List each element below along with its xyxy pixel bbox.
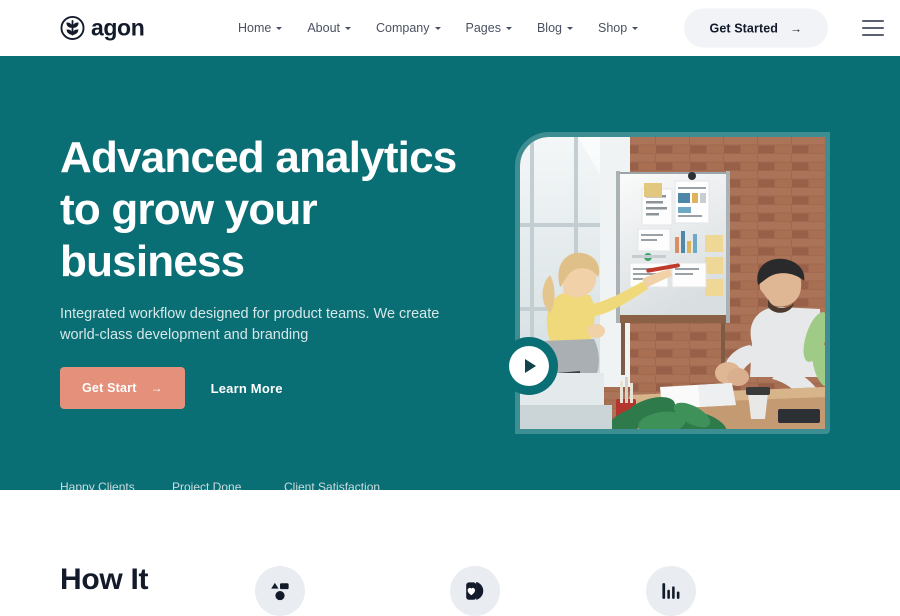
nav-item-shop[interactable]: Shop	[598, 21, 639, 35]
heart-card-icon	[464, 580, 486, 602]
chevron-down-icon	[434, 26, 441, 30]
bar-chart-icon	[660, 580, 682, 602]
chevron-down-icon	[345, 26, 352, 30]
chevron-down-icon	[632, 26, 639, 30]
chevron-down-icon	[276, 26, 283, 30]
nav-item-about[interactable]: About	[307, 21, 352, 35]
get-start-button[interactable]: Get Start →	[60, 367, 185, 409]
section-title: How It	[60, 563, 149, 596]
arrow-right-icon: →	[150, 381, 163, 395]
nav-item-company[interactable]: Company	[376, 21, 441, 35]
nav-item-label: Shop	[598, 21, 628, 35]
nav-item-blog[interactable]: Blog	[537, 21, 573, 35]
play-video-button[interactable]	[500, 337, 558, 395]
get-start-label: Get Start	[82, 381, 137, 395]
feature-icon-1[interactable]	[255, 566, 305, 616]
feature-icon-2[interactable]	[450, 566, 500, 616]
hero-image-frame	[515, 132, 830, 434]
hero-stats: Happy Clients Project Done Client Satisf…	[60, 480, 396, 490]
nav-item-home[interactable]: Home	[238, 21, 283, 35]
chevron-down-icon	[567, 26, 573, 30]
stat-item: Project Done	[172, 480, 284, 490]
hero-actions: Get Start → Learn More	[60, 367, 283, 409]
feature-icon-3[interactable]	[646, 566, 696, 616]
leaf-emblem-icon	[60, 16, 85, 41]
stat-label: Project Done	[172, 480, 242, 490]
hero-section: Advanced analytics to grow your business…	[0, 56, 900, 490]
stat-label: Client Satisfaction	[284, 480, 381, 490]
hamburger-menu-icon[interactable]	[862, 20, 884, 36]
stat-item: Happy Clients	[60, 480, 172, 490]
main-navigation: Home About Company Pages Blog Shop	[238, 21, 639, 35]
nav-item-label: About	[307, 21, 341, 35]
chevron-down-icon	[505, 26, 512, 30]
nav-item-pages[interactable]: Pages	[466, 21, 512, 35]
hero-image	[520, 137, 825, 429]
shapes-icon	[269, 580, 291, 602]
nav-item-label: Company	[376, 21, 430, 35]
nav-item-label: Blog	[536, 21, 562, 35]
brand-logo[interactable]: agon	[60, 14, 145, 41]
arrow-right-icon: →	[790, 21, 802, 35]
page-title: Advanced analytics to grow your business	[60, 133, 457, 286]
nav-item-label: Home	[238, 21, 272, 35]
nav-item-label: Pages	[465, 21, 501, 35]
play-icon	[509, 346, 549, 386]
stat-label: Happy Clients	[60, 480, 135, 490]
learn-more-button[interactable]: Learn More	[211, 381, 283, 396]
get-started-label: Get Started	[709, 21, 778, 35]
site-header: agon Home About Company Pages Blog Shop …	[0, 0, 900, 56]
hero-subtitle: Integrated workflow designed for product…	[60, 306, 440, 343]
get-started-button[interactable]: Get Started →	[683, 8, 828, 48]
brand-name: agon	[91, 14, 145, 41]
stat-item: Client Satisfaction	[284, 480, 396, 490]
